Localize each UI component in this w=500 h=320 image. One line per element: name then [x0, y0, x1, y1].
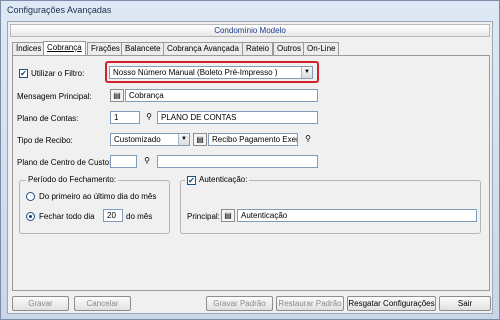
- tab-balancete[interactable]: Balancete: [121, 42, 165, 55]
- cancel-button[interactable]: Cancelar: [74, 296, 131, 311]
- authentication-legend-text: Autenticação:: [199, 175, 248, 184]
- tab-cobranca-avancada[interactable]: Cobrança Avançada: [163, 42, 243, 55]
- authentication-field[interactable]: Autenticação: [237, 209, 477, 222]
- condominium-header: Condomínio Modelo: [10, 24, 490, 37]
- authentication-group: ✔ Autenticação: Principal: ▤ Autenticação: [180, 175, 481, 234]
- authentication-select-button[interactable]: ▤: [221, 209, 235, 222]
- button-bar: Gravar Cancelar Gravar Padrão Restaurar …: [8, 294, 492, 314]
- authentication-legend: ✔ Autenticação:: [185, 175, 250, 185]
- tab-fracoes[interactable]: Frações: [87, 42, 124, 55]
- close-every-day-label: Fechar todo dia: [39, 212, 95, 221]
- radio-first-to-last-day[interactable]: [26, 192, 35, 201]
- save-button[interactable]: Gravar: [12, 296, 69, 311]
- tab-indices[interactable]: Índices: [12, 42, 46, 55]
- restore-default-button[interactable]: Restaurar Padrão: [276, 296, 344, 311]
- closing-day-suffix: do mês: [126, 212, 153, 221]
- receipt-type-label: Tipo de Recibo:: [17, 136, 73, 145]
- message-select-button[interactable]: ▤: [110, 89, 124, 102]
- form-icon: ▤: [113, 91, 121, 100]
- settings-window: Configurações Avançadas Condomínio Model…: [0, 0, 500, 320]
- window-client-area: Condomínio Modelo Índices Cobrança Fraçõ…: [7, 21, 493, 314]
- tab-cobranca[interactable]: Cobrança: [43, 41, 86, 55]
- binoculars-icon[interactable]: ⚲: [142, 111, 156, 124]
- form-icon: ▤: [196, 135, 204, 144]
- binoculars-icon[interactable]: ⚲: [301, 133, 315, 146]
- tab-strip: Índices Cobrança Frações Balancete Cobra…: [12, 41, 490, 55]
- receipt-type-value: Customizado: [114, 135, 161, 144]
- binoculars-icon[interactable]: ⚲: [140, 155, 154, 168]
- use-filter-checkbox[interactable]: ✔: [19, 69, 28, 78]
- cost-center-label: Plano de Centro de Custo:: [17, 158, 112, 167]
- tab-rateio[interactable]: Rateio: [242, 42, 274, 55]
- window-title: Configurações Avançadas: [7, 5, 112, 15]
- main-message-field[interactable]: Cobrança: [125, 89, 318, 102]
- radio-close-every-day[interactable]: [26, 212, 35, 221]
- chevron-down-icon[interactable]: ▼: [178, 134, 189, 145]
- authentication-checkbox[interactable]: ✔: [187, 176, 196, 185]
- chart-of-accounts-name-field[interactable]: PLANO DE CONTAS: [157, 111, 318, 124]
- authentication-principal-label: Principal:: [187, 212, 220, 221]
- closing-period-legend: Período do Fechamento:: [26, 175, 119, 184]
- filter-select[interactable]: Nosso Número Manual (Boleto Pré-Impresso…: [109, 66, 313, 79]
- receipt-type-select[interactable]: Customizado ▼: [110, 133, 190, 146]
- receipt-select-button[interactable]: ▤: [193, 133, 207, 146]
- exit-button[interactable]: Sair: [439, 296, 491, 311]
- use-filter-label: Utilizar o Filtro:: [31, 69, 85, 78]
- receipt-name-field[interactable]: Recibo Pagamento Exemplo: [208, 133, 298, 146]
- cobranca-tab-panel: ✔ Utilizar o Filtro: Nosso Número Manual…: [12, 55, 490, 291]
- tab-online[interactable]: On-Line: [303, 42, 340, 55]
- retrieve-settings-button[interactable]: Resgatar Configurações: [347, 296, 436, 311]
- closing-day-field[interactable]: 20: [103, 209, 123, 222]
- chart-of-accounts-label: Plano de Contas:: [17, 114, 79, 123]
- first-to-last-day-label: Do primeiro ao último dia do mês: [39, 192, 157, 201]
- chevron-down-icon[interactable]: ▼: [301, 67, 312, 78]
- chart-of-accounts-code-field[interactable]: 1: [110, 111, 140, 124]
- cost-center-code-field[interactable]: [110, 155, 137, 168]
- main-message-label: Mensagem Principal:: [17, 92, 92, 101]
- cost-center-name-field[interactable]: [157, 155, 318, 168]
- save-default-button[interactable]: Gravar Padrão: [206, 296, 273, 311]
- filter-select-value: Nosso Número Manual (Boleto Pré-Impresso…: [113, 68, 278, 77]
- form-icon: ▤: [224, 211, 232, 220]
- closing-period-group: Período do Fechamento: Do primeiro ao úl…: [19, 175, 170, 234]
- tab-outros[interactable]: Outros: [273, 42, 306, 55]
